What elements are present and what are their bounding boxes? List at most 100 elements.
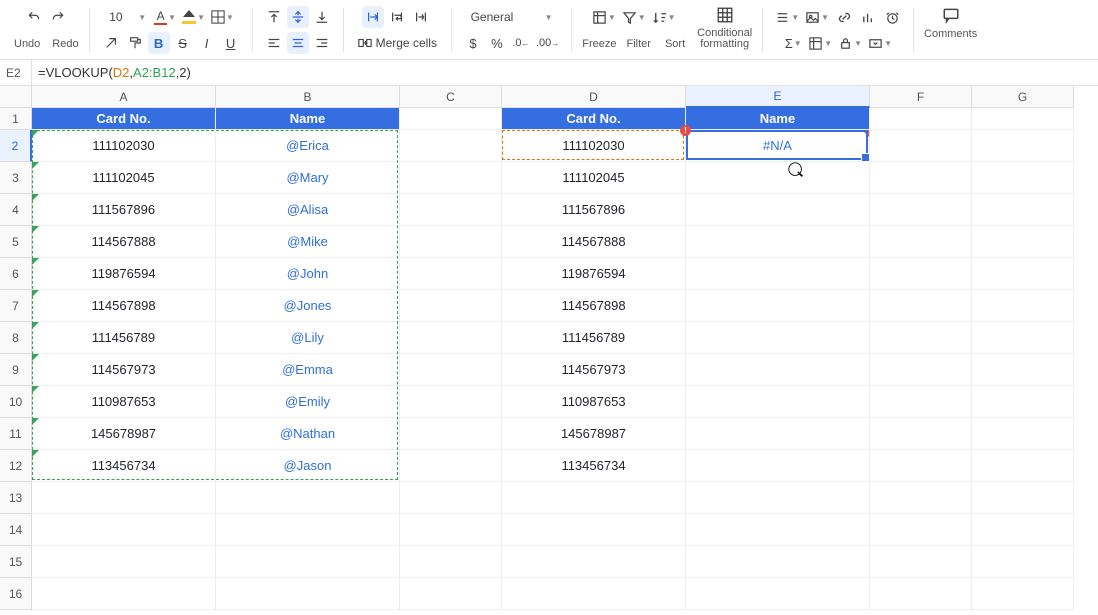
cell-C3[interactable]	[400, 162, 502, 194]
row-header-8[interactable]: 8	[0, 322, 32, 354]
cell-E9[interactable]	[686, 354, 870, 386]
reminder-button[interactable]	[881, 6, 903, 28]
formula-input[interactable]: =VLOOKUP(D2,A2:B12,2)	[32, 60, 1098, 85]
insert-link-button[interactable]	[833, 6, 855, 28]
cell-G12[interactable]	[972, 450, 1074, 482]
valign-bottom-button[interactable]	[311, 6, 333, 28]
cell-B10[interactable]: @Emily	[216, 386, 400, 418]
row-header-12[interactable]: 12	[0, 450, 32, 482]
underline-button[interactable]: U	[220, 32, 242, 54]
cell-G8[interactable]	[972, 322, 1074, 354]
select-all-corner[interactable]	[0, 86, 32, 108]
row-header-2[interactable]: 2	[0, 130, 32, 162]
cell-E7[interactable]	[686, 290, 870, 322]
cell-G7[interactable]	[972, 290, 1074, 322]
halign-right-button[interactable]	[311, 32, 333, 54]
row-header-10[interactable]: 10	[0, 386, 32, 418]
cell-G9[interactable]	[972, 354, 1074, 386]
cell-B11[interactable]: @Nathan	[216, 418, 400, 450]
cell-B13[interactable]	[216, 482, 400, 514]
cell-C16[interactable]	[400, 578, 502, 610]
cell-D16[interactable]	[502, 578, 686, 610]
cell-A6[interactable]: 119876594	[32, 258, 216, 290]
cell-D8[interactable]: 111456789	[502, 322, 686, 354]
cell-C6[interactable]	[400, 258, 502, 290]
cell-G2[interactable]	[972, 130, 1074, 162]
cell-G6[interactable]	[972, 258, 1074, 290]
cell-D4[interactable]: 111567896	[502, 194, 686, 226]
cell-B2[interactable]: @Erica	[216, 130, 400, 162]
cell-F16[interactable]	[870, 578, 972, 610]
halign-center-button[interactable]	[287, 32, 309, 54]
cell-D11[interactable]: 145678987	[502, 418, 686, 450]
cell-F11[interactable]	[870, 418, 972, 450]
insert-chart-button[interactable]	[857, 6, 879, 28]
cell-C9[interactable]	[400, 354, 502, 386]
column-header-B[interactable]: B	[216, 86, 400, 108]
cell-D12[interactable]: 113456734	[502, 450, 686, 482]
cell-A4[interactable]: 111567896	[32, 194, 216, 226]
cell-G15[interactable]	[972, 546, 1074, 578]
cell-F9[interactable]	[870, 354, 972, 386]
cell-B6[interactable]: @John	[216, 258, 400, 290]
wrap-wrap-button[interactable]	[386, 6, 408, 28]
cell-C11[interactable]	[400, 418, 502, 450]
row-height-button[interactable]: ▼	[773, 6, 801, 28]
font-size-select[interactable]: 10▼	[105, 6, 150, 28]
cell-E6[interactable]	[686, 258, 870, 290]
redo-button[interactable]	[47, 6, 69, 28]
cell-B8[interactable]: @Lily	[216, 322, 400, 354]
cell-D6[interactable]: 119876594	[502, 258, 686, 290]
cell-G16[interactable]	[972, 578, 1074, 610]
cell-E4[interactable]	[686, 194, 870, 226]
cell-E2[interactable]: #N/A	[686, 130, 870, 162]
cell-E13[interactable]	[686, 482, 870, 514]
cell-F6[interactable]	[870, 258, 972, 290]
cell-C4[interactable]	[400, 194, 502, 226]
cell-D14[interactable]	[502, 514, 686, 546]
wrap-overflow-button[interactable]	[362, 6, 384, 28]
wrap-clip-button[interactable]	[410, 6, 432, 28]
cell-B3[interactable]: @Mary	[216, 162, 400, 194]
autosum-button[interactable]: Σ▼	[782, 32, 804, 54]
column-header-C[interactable]: C	[400, 86, 502, 108]
conditional-formatting-button[interactable]	[714, 4, 736, 26]
insert-image-button[interactable]: ▼	[803, 6, 831, 28]
row-header-4[interactable]: 4	[0, 194, 32, 226]
header-cell-B[interactable]: Name	[216, 108, 400, 130]
cell-A7[interactable]: 114567898	[32, 290, 216, 322]
freeze-button[interactable]: ▼	[590, 6, 618, 28]
format-painter-button[interactable]	[124, 32, 146, 54]
currency-button[interactable]: $	[462, 32, 484, 54]
fill-color-button[interactable]: ▼	[180, 6, 207, 28]
column-header-G[interactable]: G	[972, 86, 1074, 108]
cell-E12[interactable]	[686, 450, 870, 482]
row-header-11[interactable]: 11	[0, 418, 32, 450]
cell-B16[interactable]	[216, 578, 400, 610]
cell-A11[interactable]: 145678987	[32, 418, 216, 450]
cell-F13[interactable]	[870, 482, 972, 514]
cell-B12[interactable]: @Jason	[216, 450, 400, 482]
cell-A13[interactable]	[32, 482, 216, 514]
cell-F8[interactable]	[870, 322, 972, 354]
cell-F2[interactable]	[870, 130, 972, 162]
cell-G14[interactable]	[972, 514, 1074, 546]
italic-button[interactable]: I	[196, 32, 218, 54]
cell-C15[interactable]	[400, 546, 502, 578]
font-color-button[interactable]: A▼	[152, 6, 178, 28]
row-header-3[interactable]: 3	[0, 162, 32, 194]
cell-C5[interactable]	[400, 226, 502, 258]
merge-cells-button[interactable]: Merge cells	[354, 32, 441, 54]
header-cell-D[interactable]: Card No.	[502, 108, 686, 130]
valign-top-button[interactable]	[263, 6, 285, 28]
column-header-A[interactable]: A	[32, 86, 216, 108]
header-cell-F[interactable]	[870, 108, 972, 130]
cell-E5[interactable]	[686, 226, 870, 258]
cell-F7[interactable]	[870, 290, 972, 322]
cell-A2[interactable]: 111102030	[32, 130, 216, 162]
header-cell-G[interactable]	[972, 108, 1074, 130]
cell-reference-box[interactable]: E2	[0, 60, 32, 85]
row-header-14[interactable]: 14	[0, 514, 32, 546]
cell-F3[interactable]	[870, 162, 972, 194]
cell-B15[interactable]	[216, 546, 400, 578]
